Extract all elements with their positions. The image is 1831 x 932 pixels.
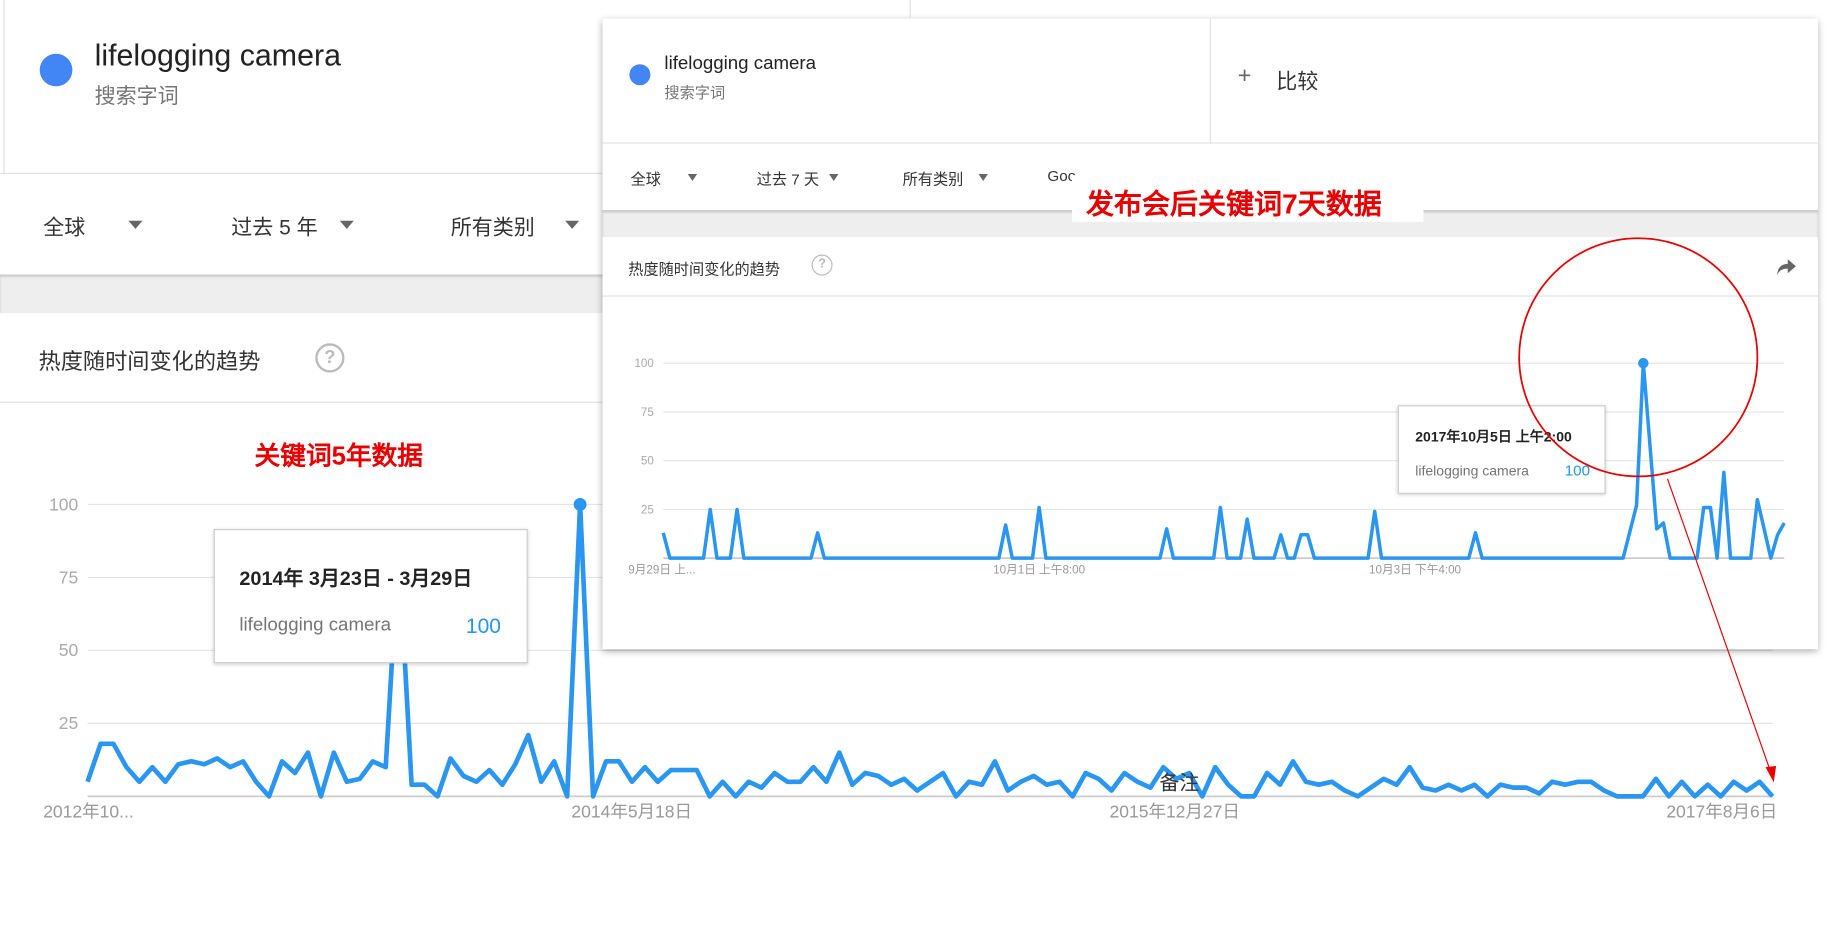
- highlight-circle: [1518, 237, 1759, 478]
- pointer-arrow-line: [1666, 478, 1771, 771]
- annotation-overlay: [1518, 237, 1777, 783]
- pointer-arrowhead: [1765, 766, 1777, 783]
